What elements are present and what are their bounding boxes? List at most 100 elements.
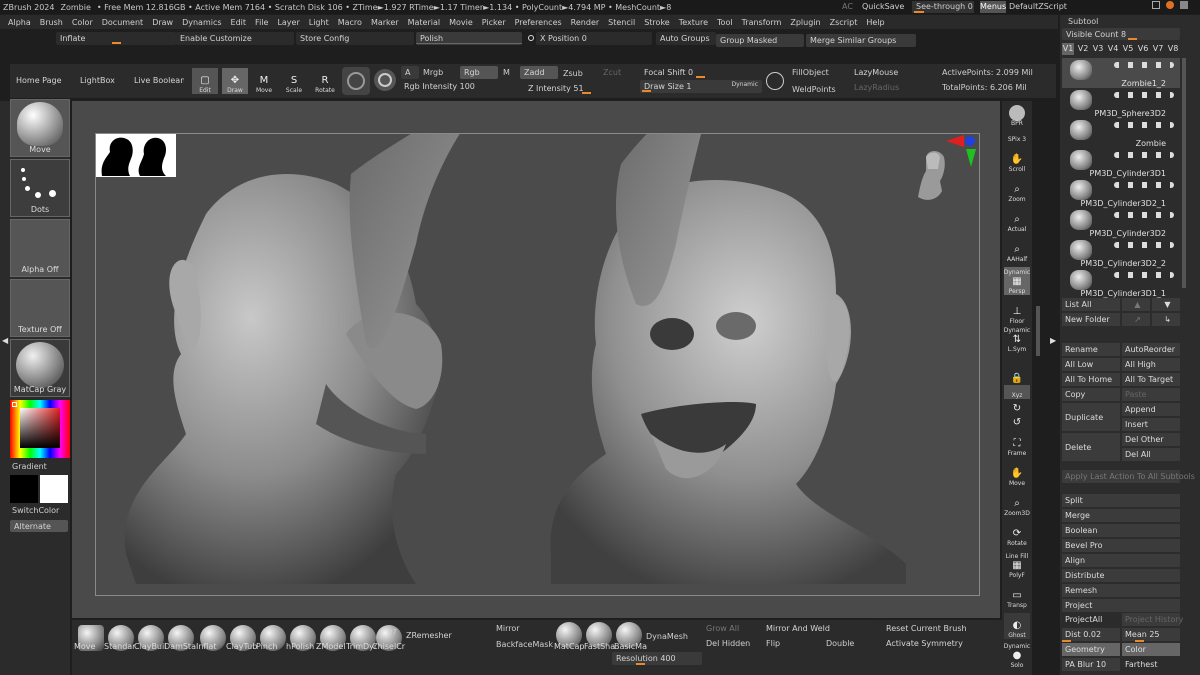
resolution-slider[interactable]: Resolution 400 <box>612 652 702 665</box>
right-collapse-arrow-icon[interactable]: ▶ <box>1050 336 1056 350</box>
move-into-arrow-icon[interactable]: ↗ <box>1122 313 1150 326</box>
rotate-mode-button[interactable]: R Rotate <box>312 68 338 94</box>
append-button[interactable]: Append <box>1122 403 1180 416</box>
subtool-visibility-icons[interactable] <box>1114 242 1174 248</box>
pa-blur-slider[interactable]: PA Blur 10 <box>1062 658 1120 671</box>
move-view-button[interactable]: ✋ Move <box>1004 461 1030 487</box>
split-button[interactable]: Split <box>1062 494 1180 507</box>
menu-texture[interactable]: Texture <box>679 18 708 27</box>
project-all-button[interactable]: ProjectAll <box>1062 613 1120 626</box>
menus-button[interactable]: Menus <box>980 1 1006 13</box>
m-button[interactable]: M <box>503 68 510 77</box>
subtool-item[interactable]: Zombie <box>1062 118 1180 148</box>
zadd-button[interactable]: Zadd <box>520 66 558 79</box>
focal-shift-slider[interactable]: Focal Shift 0 <box>640 66 762 79</box>
draw-size-dynamic-label[interactable]: Dynamic <box>732 81 758 88</box>
subtool-scrollbar[interactable] <box>1182 58 1186 288</box>
mirror-button[interactable]: Mirror <box>496 624 520 633</box>
version-tab-v4[interactable]: V4 <box>1107 43 1119 55</box>
z-intensity-slider[interactable]: Z Intensity 51 <box>524 82 640 95</box>
rotate-view-button[interactable]: ⟳ Rotate <box>1004 521 1030 547</box>
zoom-button[interactable]: ⌕ Zoom <box>1004 177 1030 203</box>
left-collapse-arrow-icon[interactable]: ◀ <box>2 336 8 350</box>
menu-marker[interactable]: Marker <box>371 18 399 27</box>
subtool-item[interactable]: PM3D_Cylinder3D1 <box>1062 148 1180 178</box>
texture-picker[interactable]: Texture Off <box>10 279 70 337</box>
subtool-item[interactable]: Zombie1_2 <box>1062 58 1180 88</box>
lsym-button[interactable]: Dynamic ⇅ L.Sym <box>1004 325 1030 353</box>
default-zscript-button[interactable]: DefaultZScript <box>1009 2 1067 11</box>
subtool-visibility-icons[interactable] <box>1114 152 1174 158</box>
brush-label[interactable]: ClayBuil <box>134 642 166 651</box>
store-config-button[interactable]: Store Config <box>296 32 414 45</box>
menu-layer[interactable]: Layer <box>277 18 299 27</box>
list-all-button[interactable]: List All <box>1062 298 1120 311</box>
lightbox-button[interactable]: LightBox <box>76 70 126 90</box>
alternate-button[interactable]: Alternate <box>10 520 68 532</box>
weld-points-button[interactable]: WeldPoints <box>792 85 836 94</box>
brush-label[interactable]: hPolish <box>286 642 314 651</box>
brush-label[interactable]: Inflat <box>196 642 217 651</box>
secondary-color-swatch[interactable] <box>10 475 38 503</box>
menu-color[interactable]: Color <box>72 18 93 27</box>
project-button[interactable]: Project <box>1062 599 1180 612</box>
polish-slider[interactable]: Polish <box>416 32 522 45</box>
switch-color-button[interactable]: SwitchColor <box>12 506 59 515</box>
alpha-picker[interactable]: Alpha Off <box>10 219 70 277</box>
xyz-button[interactable]: Xyz <box>1004 385 1030 399</box>
delete-button[interactable]: Delete <box>1062 433 1120 461</box>
quicksave-button[interactable]: QuickSave <box>862 2 904 11</box>
draw-button[interactable]: ✥ Draw <box>222 68 248 94</box>
move-up-arrow-icon[interactable]: ▲ <box>1122 298 1150 311</box>
menu-zscript[interactable]: Zscript <box>830 18 858 27</box>
all-to-target-button[interactable]: All To Target <box>1122 373 1180 386</box>
grow-all-button[interactable]: Grow All <box>706 624 739 633</box>
bevel-pro-button[interactable]: Bevel Pro <box>1062 539 1180 552</box>
subtool-visibility-icons[interactable] <box>1114 92 1174 98</box>
auto-groups-button[interactable]: Auto Groups <box>656 32 716 45</box>
inflate-slider[interactable]: Inflate <box>56 32 176 45</box>
menu-preferences[interactable]: Preferences <box>515 18 562 27</box>
right-shelf-scrollbar[interactable] <box>1036 306 1040 356</box>
lazy-mouse-button[interactable]: LazyMouse <box>850 66 920 79</box>
copy-button[interactable]: Copy <box>1062 388 1120 401</box>
ghost-button[interactable]: ◐ Ghost <box>1004 613 1030 639</box>
a-button[interactable]: A <box>401 66 419 79</box>
auto-reorder-button[interactable]: AutoReorder <box>1122 343 1180 356</box>
backface-mask-button[interactable]: BackfaceMask <box>496 640 553 649</box>
mirror-and-weld-button[interactable]: Mirror And Weld <box>762 622 880 635</box>
menu-zplugin[interactable]: Zplugin <box>790 18 820 27</box>
version-tab-v7[interactable]: V7 <box>1152 43 1164 55</box>
lock-button[interactable]: 🔒 <box>1004 359 1030 385</box>
brush-label[interactable]: ChiselCr <box>372 642 405 651</box>
scroll-button[interactable]: ✋ Scroll <box>1004 147 1030 173</box>
brush-label[interactable]: ZModel <box>316 642 346 651</box>
zcut-button[interactable]: Zcut <box>603 68 621 77</box>
duplicate-button[interactable]: Duplicate <box>1062 403 1120 431</box>
transp-button[interactable]: ▭ Transp <box>1004 583 1030 609</box>
merge-button[interactable]: Merge <box>1062 509 1180 522</box>
rotate-y-button[interactable]: ↻ <box>1004 401 1030 415</box>
edit-button[interactable]: ▢ Edit <box>192 68 218 94</box>
x-position-radio-icon[interactable] <box>528 35 534 41</box>
lazy-radius-slider[interactable]: LazyRadius <box>850 81 920 94</box>
subtool-item[interactable]: PM3D_Cylinder3D2_2 <box>1062 238 1180 268</box>
menu-alpha[interactable]: Alpha <box>8 18 31 27</box>
actual-button[interactable]: ⌕ Actual <box>1004 207 1030 233</box>
rotate-z-button[interactable]: ↺ <box>1004 415 1030 429</box>
move-out-arrow-icon[interactable]: ↳ <box>1152 313 1180 326</box>
menu-draw[interactable]: Draw <box>152 18 173 27</box>
subtool-visibility-icons[interactable] <box>1114 212 1174 218</box>
insert-button[interactable]: Insert <box>1122 418 1180 431</box>
subtool-visibility-icons[interactable] <box>1114 62 1174 68</box>
reset-current-brush-button[interactable]: Reset Current Brush <box>882 622 1000 635</box>
group-masked-button[interactable]: Group Masked <box>716 34 804 47</box>
menu-light[interactable]: Light <box>309 18 329 27</box>
mean-slider[interactable]: Mean 25 <box>1122 628 1180 641</box>
subtool-visibility-icons[interactable] <box>1114 122 1174 128</box>
del-all-button[interactable]: Del All <box>1122 448 1180 461</box>
menu-dynamics[interactable]: Dynamics <box>182 18 221 27</box>
minimize-icon[interactable] <box>1152 1 1160 9</box>
material-label[interactable]: FastSha <box>584 642 615 651</box>
paste-button[interactable]: Paste <box>1122 388 1180 401</box>
